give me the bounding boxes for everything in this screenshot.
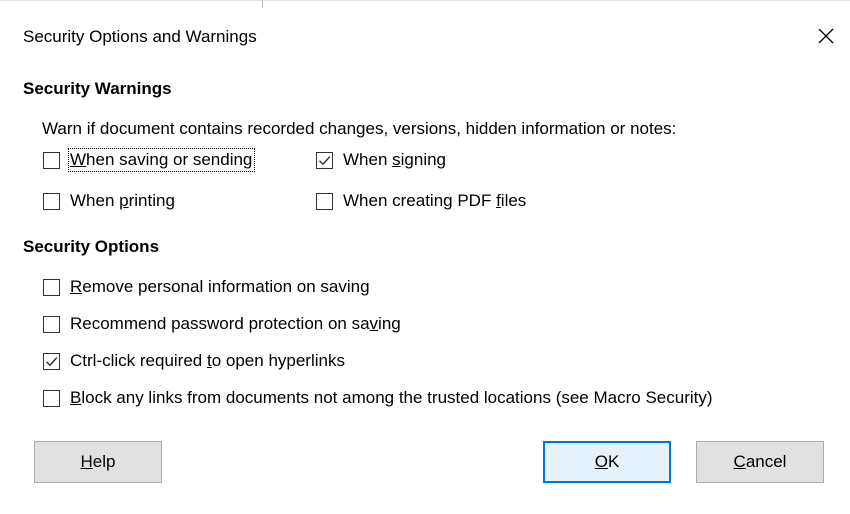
checkbox-when-signing[interactable]: When signing [316,148,448,172]
checkbox-ctrl-click-hyperlinks[interactable]: Ctrl-click required to open hyperlinks [43,349,347,373]
warnings-description: Warn if document contains recorded chang… [42,119,677,138]
close-icon [818,28,834,44]
dialog-title: Security Options and Warnings [23,27,257,46]
checkbox-when-saving-or-sending[interactable]: When saving or sending [43,148,256,172]
checkbox-remove-personal-info[interactable]: Remove personal information on saving [43,275,372,299]
ok-button[interactable]: OK [543,441,671,483]
checkbox-block-untrusted-links[interactable]: Block any links from documents not among… [43,386,715,410]
ok-button-label: OK [594,452,620,471]
dialog-titlebar: Security Options and Warnings [0,6,850,62]
checkbox-when-printing[interactable]: When printing [43,189,177,213]
checkbox-label: Recommend password protection on saving [70,314,401,333]
help-button-label: Help [80,452,116,471]
checkbox-box[interactable] [316,192,333,210]
checkbox-box[interactable] [43,389,60,407]
security-warnings-heading: Security Warnings [23,79,172,98]
checkbox-recommend-password[interactable]: Recommend password protection on saving [43,312,403,336]
checkbox-label: When printing [70,191,175,210]
help-button[interactable]: Help [34,441,162,483]
checkbox-box[interactable] [43,278,60,296]
checkbox-label: Ctrl-click required to open hyperlinks [70,351,345,370]
check-icon [319,155,331,165]
background-window-line [0,0,850,1]
checkbox-label: When saving or sending [67,148,256,172]
security-options-heading: Security Options [23,237,160,256]
checkbox-label: Remove personal information on saving [70,277,370,296]
checkbox-box[interactable] [43,151,60,169]
checkbox-box[interactable] [316,151,333,169]
checkbox-label: When creating PDF files [343,191,527,210]
cancel-button-label: Cancel [733,452,787,471]
checkbox-box[interactable] [43,315,60,333]
checkbox-when-creating-pdf[interactable]: When creating PDF files [316,189,528,213]
close-button[interactable] [802,16,850,56]
dialog-content: Security Warnings Warn if document conta… [0,62,850,514]
checkbox-label: Block any links from documents not among… [70,388,713,407]
cancel-button[interactable]: Cancel [696,441,824,483]
security-options-dialog: Security Options and Warnings Security W… [0,0,850,514]
check-icon [46,356,58,366]
checkbox-box[interactable] [43,352,60,370]
checkbox-box[interactable] [43,192,60,210]
checkbox-label: When signing [343,150,447,169]
